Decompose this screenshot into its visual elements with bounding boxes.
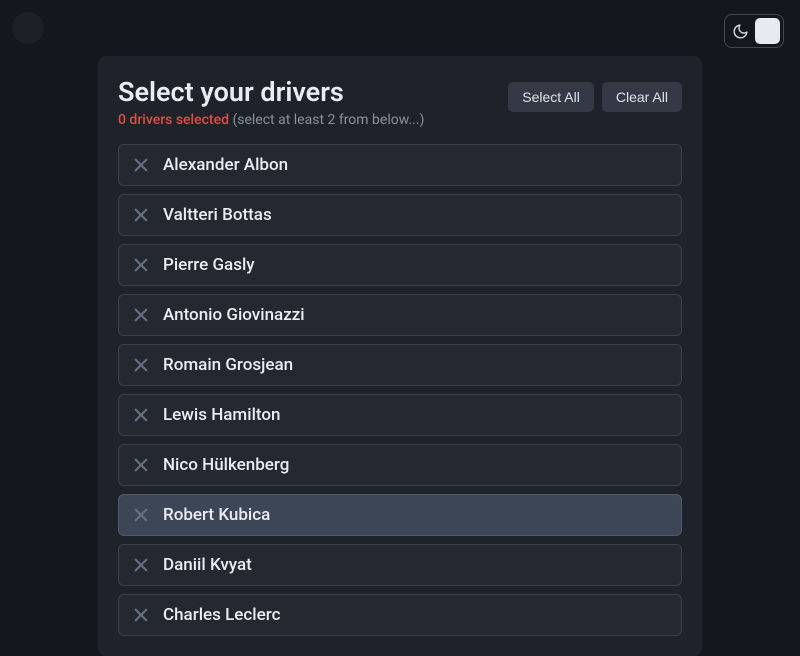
driver-name: Alexander Albon [163,155,288,175]
driver-item[interactable]: Charles Leclerc [118,594,682,636]
selection-hint: (select at least 2 from below...) [232,112,424,128]
driver-item[interactable]: Robert Kubica [118,494,682,536]
driver-item[interactable]: Nico Hülkenberg [118,444,682,486]
driver-item[interactable]: Lewis Hamilton [118,394,682,436]
driver-item[interactable]: Antonio Giovinazzi [118,294,682,336]
theme-toggle[interactable] [724,14,784,48]
driver-name: Charles Leclerc [163,605,280,625]
driver-name: Antonio Giovinazzi [163,305,305,325]
selection-subtext: 0 drivers selected (select at least 2 fr… [118,112,424,128]
light-mode-side [755,18,780,44]
driver-item[interactable]: Pierre Gasly [118,244,682,286]
close-icon [131,255,151,275]
card-header: Select your drivers 0 drivers selected (… [118,76,682,128]
driver-name: Romain Grosjean [163,355,293,375]
driver-item[interactable]: Daniil Kvyat [118,544,682,586]
close-icon [131,505,151,525]
avatar-placeholder [12,12,44,44]
driver-name: Lewis Hamilton [163,405,280,425]
close-icon [131,205,151,225]
close-icon [131,605,151,625]
driver-name: Robert Kubica [163,505,270,525]
page-title: Select your drivers [118,76,424,108]
select-all-button[interactable]: Select All [508,82,594,112]
clear-all-button[interactable]: Clear All [602,82,682,112]
selected-count: 0 drivers selected [118,112,229,128]
close-icon [131,305,151,325]
close-icon [131,455,151,475]
driver-item[interactable]: Alexander Albon [118,144,682,186]
driver-selector-card: Select your drivers 0 drivers selected (… [98,56,702,656]
close-icon [131,405,151,425]
close-icon [131,355,151,375]
header-actions: Select All Clear All [508,82,682,112]
driver-name: Daniil Kvyat [163,555,252,575]
driver-name: Valtteri Bottas [163,205,272,225]
driver-list: Alexander Albon Valtteri Bottas Pierre Gas… [118,144,682,636]
moon-icon [728,18,753,44]
driver-item[interactable]: Romain Grosjean [118,344,682,386]
driver-item[interactable]: Valtteri Bottas [118,194,682,236]
header-left: Select your drivers 0 drivers selected (… [118,76,424,128]
driver-name: Nico Hülkenberg [163,455,289,475]
close-icon [131,155,151,175]
driver-name: Pierre Gasly [163,255,255,275]
close-icon [131,555,151,575]
